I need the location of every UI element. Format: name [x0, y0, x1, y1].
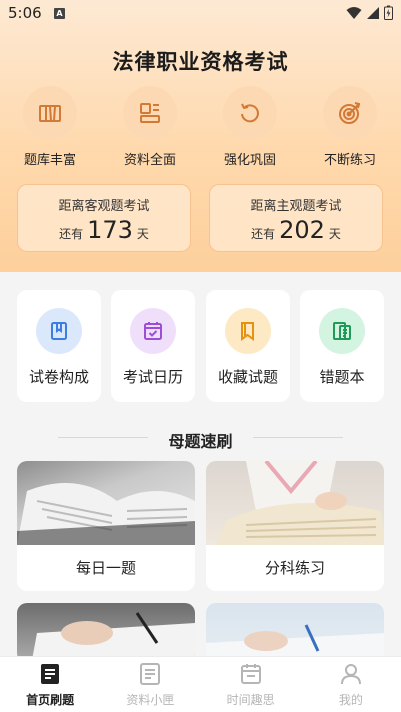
section-title: 母题速刷 — [168, 432, 233, 451]
tool-exam-calendar[interactable]: 考试日历 — [111, 290, 195, 402]
notification-icon: A — [54, 8, 65, 19]
tool-label: 收藏试题 — [217, 368, 278, 386]
wifi-icon — [346, 6, 362, 19]
calendar-icon — [130, 308, 176, 354]
feature-question-bank[interactable]: 题库丰富 — [10, 86, 90, 168]
books-icon — [23, 86, 77, 140]
tab-label: 资料小匣 — [126, 693, 175, 707]
bottom-tab-bar: 首页刷题 资料小匣 时间趣思 我的 — [0, 656, 401, 712]
document-icon — [140, 663, 161, 685]
page-title: 法律职业资格考试 — [112, 50, 289, 74]
card-daily-question[interactable]: 每日一题 — [17, 461, 195, 591]
tool-label: 试卷构成 — [28, 368, 89, 386]
tab-label: 首页刷题 — [26, 693, 75, 707]
writing-hand-image — [206, 603, 384, 663]
countdown-objective: 距离客观题考试 还有 173 天 — [17, 184, 191, 252]
tab-materials[interactable]: 资料小匣 — [100, 657, 200, 712]
card-signing[interactable] — [17, 603, 195, 663]
notebook-icon — [319, 308, 365, 354]
countdown-value: 还有 202 天 — [210, 216, 382, 244]
tool-label: 错题本 — [319, 368, 365, 386]
target-icon — [323, 86, 377, 140]
feature-label: 强化巩固 — [223, 153, 276, 168]
feature-label: 不断练习 — [323, 153, 376, 168]
battery-icon — [384, 5, 393, 20]
layout-icon — [123, 86, 177, 140]
signing-document-image — [17, 603, 195, 663]
refresh-icon — [223, 86, 277, 140]
card-writing[interactable] — [206, 603, 384, 663]
feature-label: 资料全面 — [123, 153, 176, 168]
card-subject-practice[interactable]: 分科练习 — [206, 461, 384, 591]
collection-icon — [225, 308, 271, 354]
user-icon — [340, 664, 361, 685]
open-book-image — [17, 461, 195, 545]
status-icons — [346, 5, 393, 20]
countdown-value: 还有 173 天 — [18, 216, 190, 244]
countdown-title: 距离客观题考试 — [58, 199, 150, 214]
tool-wrong-questions[interactable]: 错题本 — [300, 290, 384, 402]
countdown-days: 173 — [87, 216, 133, 244]
tool-paper-structure[interactable]: 试卷构成 — [17, 290, 101, 402]
divider — [253, 437, 343, 438]
reading-student-image — [206, 461, 384, 545]
feature-reinforce[interactable]: 强化巩固 — [210, 86, 290, 168]
bookmark-icon — [36, 308, 82, 354]
tab-home[interactable]: 首页刷题 — [0, 657, 100, 712]
tab-label: 我的 — [338, 693, 363, 707]
status-time: 5:06 — [8, 4, 42, 22]
feature-materials[interactable]: 资料全面 — [110, 86, 190, 168]
countdown-days: 202 — [279, 216, 325, 244]
countdown-subjective: 距离主观题考试 还有 202 天 — [209, 184, 383, 252]
question-list-icon — [41, 664, 60, 684]
card-label: 每日一题 — [75, 559, 136, 577]
tool-label: 考试日历 — [122, 368, 183, 386]
status-bar: 5:06 A — [0, 0, 401, 28]
countdown-prefix: 还有 — [59, 227, 84, 241]
countdown-unit: 天 — [136, 227, 149, 241]
card-label: 分科练习 — [264, 559, 325, 577]
tab-profile[interactable]: 我的 — [301, 657, 401, 712]
countdown-title: 距离主观题考试 — [250, 199, 342, 214]
countdown-unit: 天 — [328, 227, 341, 241]
countdown-prefix: 还有 — [251, 227, 276, 241]
tab-label: 时间趣思 — [226, 693, 275, 707]
feature-label: 题库丰富 — [23, 153, 76, 168]
signal-icon — [367, 6, 379, 19]
calendar-icon — [240, 664, 261, 684]
tool-favorites[interactable]: 收藏试题 — [206, 290, 290, 402]
tab-time[interactable]: 时间趣思 — [201, 657, 301, 712]
section-header: 母题速刷 — [0, 427, 401, 451]
feature-practice[interactable]: 不断练习 — [310, 86, 390, 168]
